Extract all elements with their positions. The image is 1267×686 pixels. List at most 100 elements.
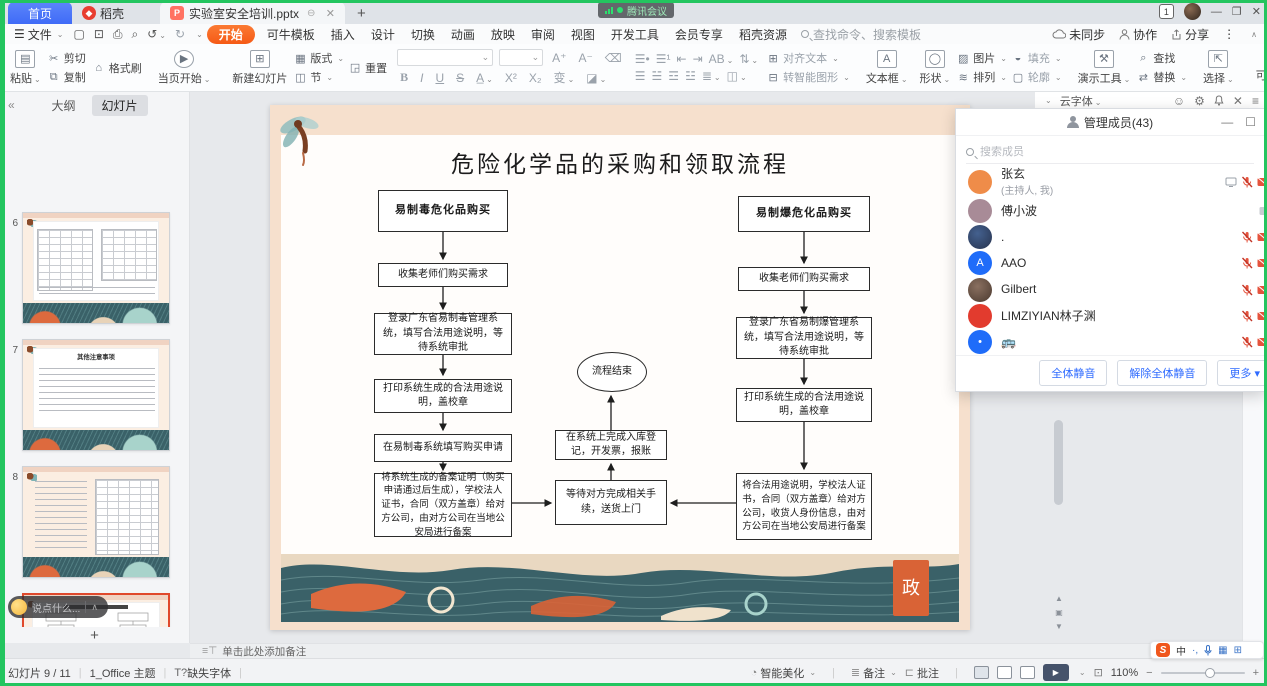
zoom-level[interactable]: 110%: [1111, 667, 1138, 679]
tab-home[interactable]: 首页: [8, 2, 72, 24]
member-search-input[interactable]: [980, 146, 1200, 158]
notification-bell-icon[interactable]: [1214, 95, 1224, 106]
sort-icon[interactable]: ⇅⌄: [739, 52, 758, 66]
customize-toolbar-icon[interactable]: ⌄: [196, 30, 203, 39]
select-button[interactable]: ⇱选择⌄: [1197, 50, 1240, 86]
more-menu-icon[interactable]: ⋮: [1223, 27, 1235, 41]
zoom-slider-knob[interactable]: [1205, 668, 1215, 678]
notes-toggle-button[interactable]: ≣备注⌄: [851, 665, 897, 681]
clear-format-button[interactable]: ⌫: [602, 51, 625, 65]
meeting-chat-bubble[interactable]: 说点什么... ∧: [8, 596, 108, 618]
ime-mic-icon[interactable]: [1204, 645, 1212, 656]
cut-button[interactable]: ✂剪切: [47, 50, 86, 66]
restore-button[interactable]: ❐: [1232, 5, 1242, 18]
to-smartart-button[interactable]: ⊟转智能图形⌄: [766, 69, 850, 85]
section-button[interactable]: ◫节⌄: [293, 69, 344, 85]
normal-view-button[interactable]: [974, 666, 989, 679]
text-direction-icon[interactable]: AB⌄: [709, 52, 734, 66]
slide-jump-button[interactable]: ▣: [1055, 608, 1063, 617]
slide-thumbnail-7[interactable]: 其他注意事项: [22, 339, 170, 451]
export-icon[interactable]: ⊡: [94, 27, 104, 41]
cloud-font-label[interactable]: 云字体⌄: [1060, 93, 1102, 109]
align-right-icon[interactable]: ☲: [668, 69, 679, 83]
font-color-button[interactable]: A̲⌄: [473, 71, 496, 85]
new-slide-button[interactable]: ⊞新建幻灯片: [226, 50, 293, 86]
subscript-button[interactable]: X₂: [526, 71, 545, 85]
align-center-icon[interactable]: ☱: [652, 69, 663, 83]
mute-all-button[interactable]: 全体静音: [1039, 360, 1107, 386]
command-search[interactable]: 查找命令、搜索模板: [801, 26, 921, 43]
layout-button[interactable]: ▦版式⌄: [293, 50, 344, 66]
outline-button[interactable]: ▢轮廓⌄: [1011, 69, 1062, 85]
minimize-button[interactable]: —: [1211, 6, 1222, 18]
tab-pin-icon[interactable]: ⊖: [307, 8, 315, 19]
outdent-icon[interactable]: ⇤: [677, 52, 687, 66]
ime-toolbar[interactable]: S 中 ·, ▦ ⊞: [1150, 641, 1264, 659]
print-icon[interactable]: ⎙: [113, 27, 123, 42]
member-row[interactable]: A AAO: [956, 250, 1264, 276]
play-from-current-button[interactable]: ▶当页开始⌄: [152, 50, 217, 86]
close-bar-icon[interactable]: ✕: [1233, 94, 1243, 108]
numbering-icon[interactable]: ☰¹: [656, 52, 671, 66]
tab-close-icon[interactable]: ✕: [326, 7, 335, 20]
arrange-button[interactable]: ≋排列⌄: [956, 69, 1007, 85]
align-left-icon[interactable]: ☰: [635, 69, 646, 83]
play-options-icon[interactable]: ⌄: [1079, 668, 1086, 677]
mic-muted-icon[interactable]: [1241, 231, 1253, 243]
collapse-icon[interactable]: ⌄: [1045, 96, 1052, 105]
superscript-button[interactable]: X²: [502, 71, 520, 85]
reading-view-button[interactable]: [1020, 666, 1035, 679]
tab-docer[interactable]: ◆ 稻壳: [72, 2, 134, 24]
presentation-tools-button[interactable]: ⚒演示工具⌄: [1072, 50, 1137, 86]
fit-window-icon[interactable]: ⊡: [1094, 666, 1103, 679]
redo-icon[interactable]: ↻: [175, 27, 185, 41]
camera-off-icon[interactable]: [1257, 337, 1264, 347]
member-row-host[interactable]: 张玄 (主持人, 我): [956, 166, 1264, 198]
prev-slide-button[interactable]: ▲: [1055, 594, 1063, 603]
slide-canvas[interactable]: 危险化学品的采购和领取流程 易制毒危化品购买 收集老师们购买需求 登录广东省易制…: [270, 105, 970, 630]
format-painter-button[interactable]: ⌂格式刷: [92, 60, 142, 76]
menu-slideshow[interactable]: 放映: [483, 25, 523, 44]
line-spacing-icon[interactable]: ≣⌄: [702, 69, 721, 83]
menu-transition[interactable]: 切换: [403, 25, 443, 44]
justify-icon[interactable]: ☳: [685, 69, 696, 83]
menu-insert[interactable]: 插入: [323, 25, 363, 44]
sogou-logo-icon[interactable]: S: [1156, 643, 1170, 657]
slide-sorter-view-button[interactable]: [997, 666, 1012, 679]
emoji-icon[interactable]: [11, 599, 27, 615]
mic-muted-icon[interactable]: [1241, 310, 1253, 322]
tab-outline[interactable]: 大纲: [41, 95, 85, 116]
slide-thumbnail-8[interactable]: [22, 466, 170, 578]
mic-muted-icon[interactable]: [1241, 176, 1253, 188]
font-size-combo[interactable]: ⌄: [499, 49, 543, 66]
beautify-button[interactable]: ◔智能美化⌄: [751, 665, 816, 681]
pane-toggle-icon[interactable]: ≡: [1252, 94, 1259, 108]
comment-toggle-button[interactable]: ⊏批注: [905, 665, 939, 681]
ime-mode-chinese[interactable]: 中: [1176, 643, 1186, 658]
paste-button[interactable]: ▤粘贴⌄: [4, 50, 47, 86]
underline-button[interactable]: U: [432, 71, 447, 85]
camera-off-icon[interactable]: [1257, 258, 1264, 268]
panel-minimize-icon[interactable]: —: [1221, 115, 1233, 129]
add-slide-button[interactable]: +: [0, 627, 189, 643]
collaborate-button[interactable]: 协作: [1119, 26, 1157, 43]
theme-name[interactable]: 1_Office 主题: [90, 665, 156, 681]
slide-thumbnail-6[interactable]: [22, 212, 170, 324]
missing-font-label[interactable]: 缺失字体: [187, 665, 231, 681]
menu-view[interactable]: 视图: [563, 25, 603, 44]
tencent-meeting-pill[interactable]: 腾讯会议: [598, 2, 674, 18]
panel-maximize-icon[interactable]: ☐: [1245, 115, 1256, 129]
zoom-out-button[interactable]: −: [1146, 667, 1152, 679]
phonetic-button[interactable]: 变⌄: [551, 69, 578, 86]
preview-icon[interactable]: ⌕: [132, 27, 139, 42]
picture-button[interactable]: ▨图片⌄: [956, 50, 1007, 66]
keniu-template-button[interactable]: 可牛模板: [1250, 53, 1267, 83]
shapes-button[interactable]: ◯形状⌄: [914, 50, 957, 86]
file-menu[interactable]: ☰ 文件 ⌄: [14, 26, 63, 43]
expand-chat-icon[interactable]: ∧: [91, 602, 98, 613]
sync-status[interactable]: 未同步: [1052, 26, 1105, 43]
mic-muted-icon[interactable]: [1241, 257, 1253, 269]
font-name-combo[interactable]: ⌄: [397, 49, 493, 66]
menu-keniu[interactable]: 可牛模板: [259, 25, 323, 44]
menu-devtools[interactable]: 开发工具: [603, 25, 667, 44]
